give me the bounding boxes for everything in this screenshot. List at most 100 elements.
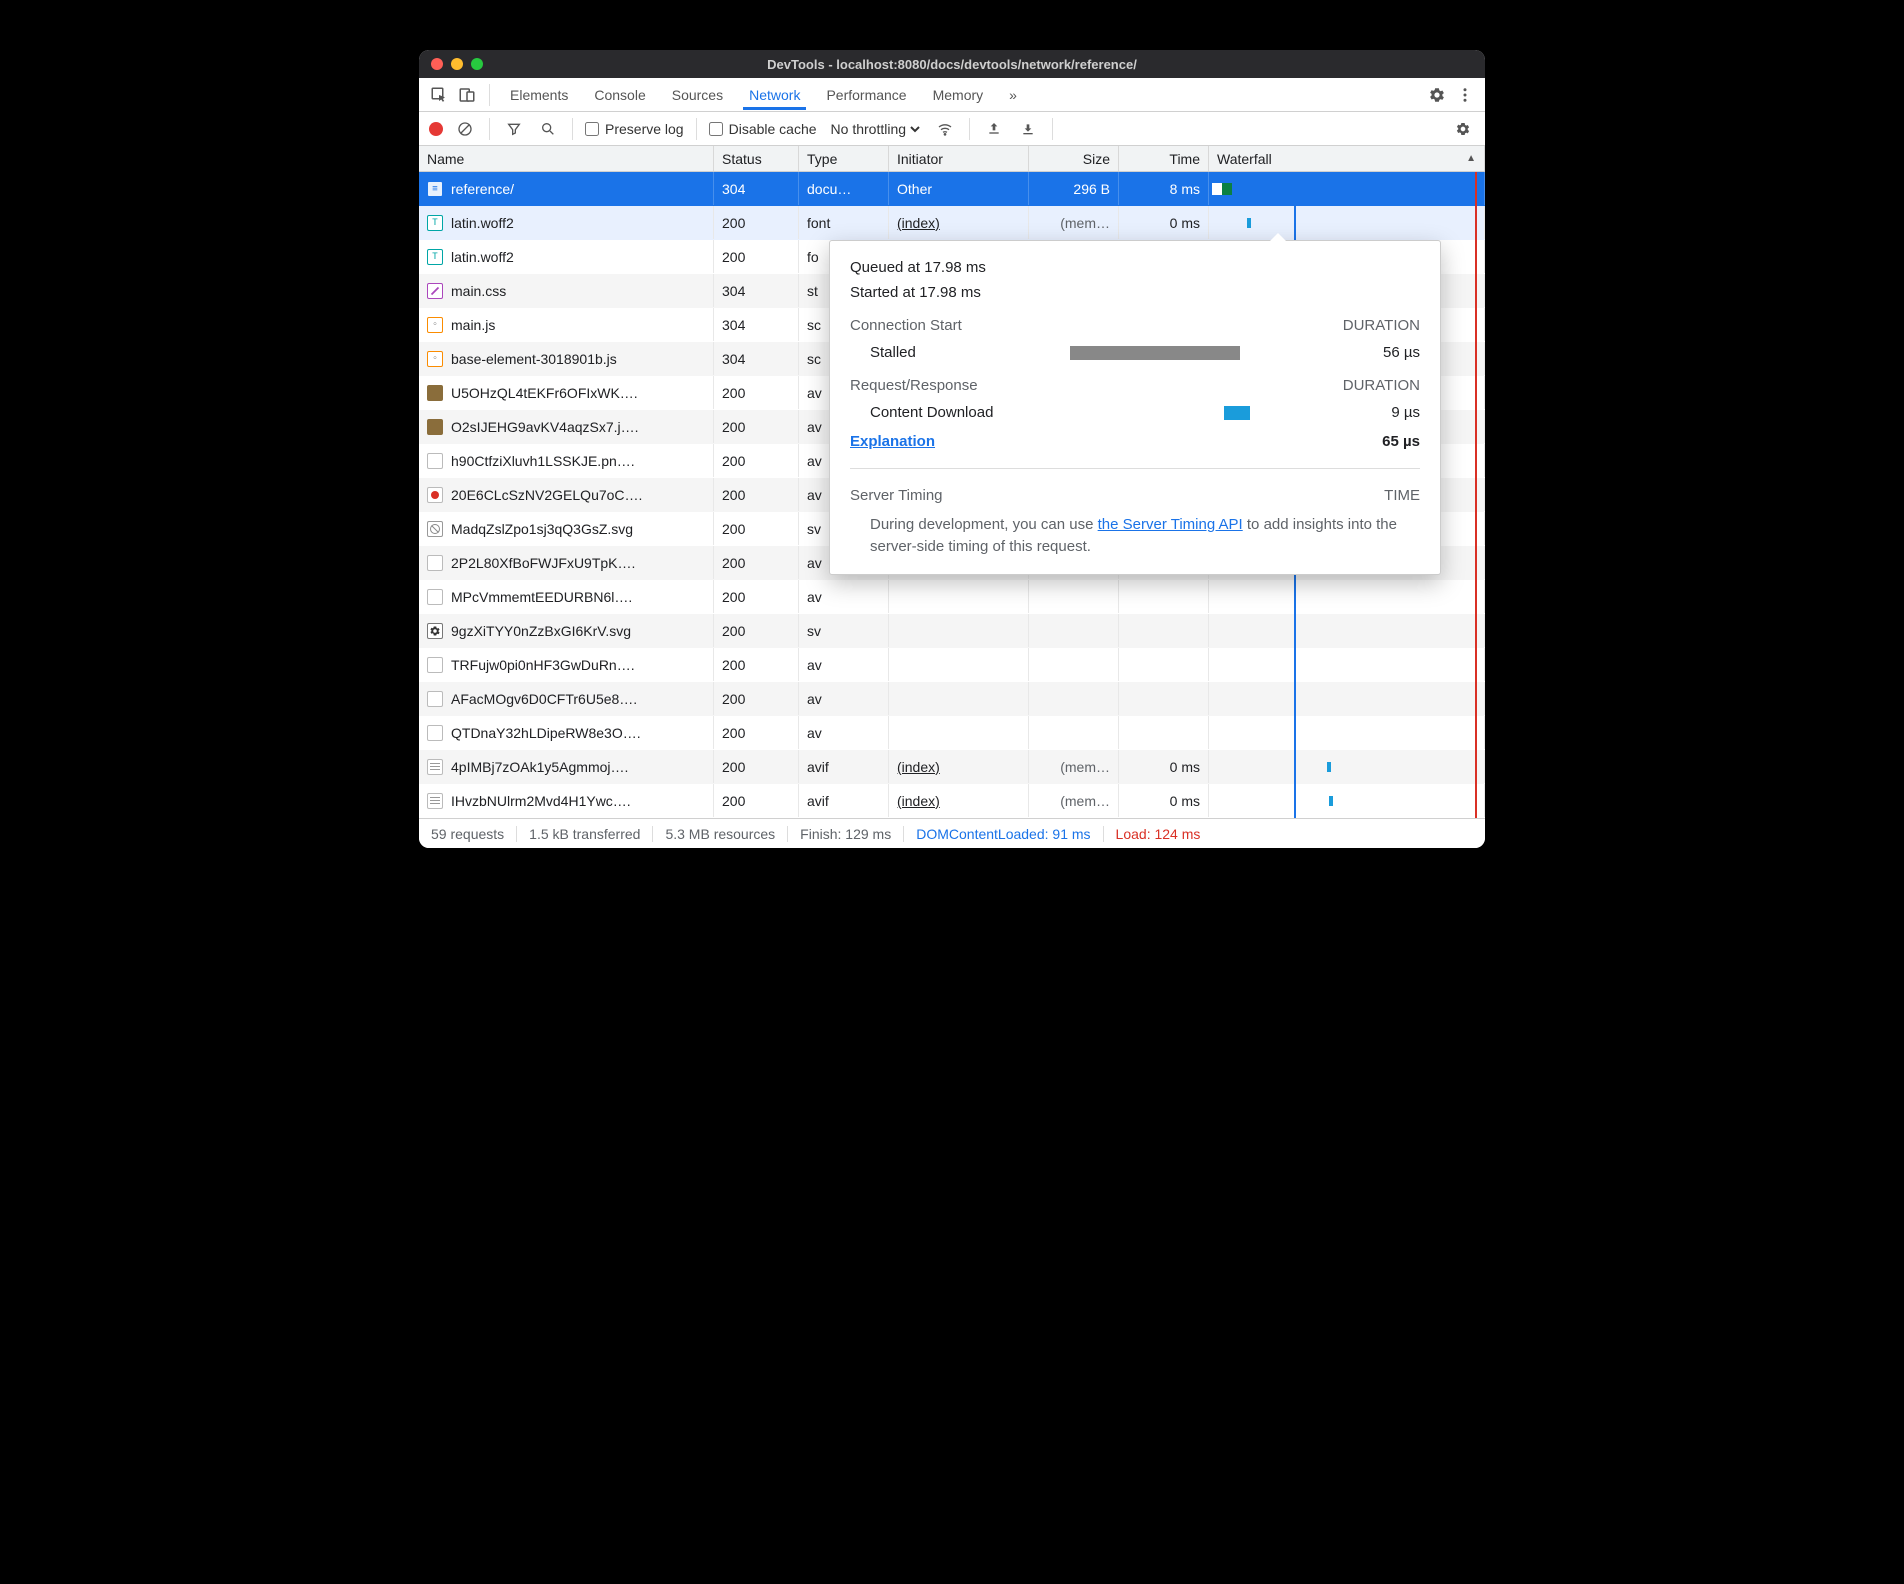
request-waterfall	[1209, 614, 1485, 647]
tab-sources[interactable]: Sources	[666, 80, 729, 110]
request-type: docu…	[799, 172, 889, 205]
col-name[interactable]: Name	[419, 146, 714, 171]
request-type: sv	[799, 614, 889, 647]
request-row[interactable]: 4pIMBj7zOAk1y5Agmmoj….200avif(index)(mem…	[419, 750, 1485, 784]
tab-memory[interactable]: Memory	[927, 80, 990, 110]
minimize-traffic-light[interactable]	[451, 58, 463, 70]
request-type: font	[799, 206, 889, 239]
request-size: (mem…	[1029, 784, 1119, 817]
network-conditions-icon[interactable]	[933, 117, 957, 141]
status-finish: Finish: 129 ms	[788, 826, 904, 842]
col-initiator[interactable]: Initiator	[889, 146, 1029, 171]
upload-har-icon[interactable]	[982, 117, 1006, 141]
request-name: MadqZslZpo1sj3qQ3GsZ.svg	[451, 521, 633, 537]
preserve-log-input[interactable]	[585, 122, 599, 136]
request-name: latin.woff2	[451, 215, 514, 231]
request-name: main.js	[451, 317, 495, 333]
request-status: 200	[714, 206, 799, 239]
stalled-bar	[1070, 346, 1240, 360]
tab-console[interactable]: Console	[588, 80, 651, 110]
zoom-traffic-light[interactable]	[471, 58, 483, 70]
throttling-select[interactable]: No throttling	[827, 120, 923, 138]
sort-asc-icon: ▲	[1466, 153, 1476, 164]
request-initiator[interactable]: (index)	[889, 750, 1029, 783]
connection-start-header: Connection Start	[850, 317, 962, 334]
request-row[interactable]: AFacMOgv6D0CFTr6U5e8….200av	[419, 682, 1485, 716]
filter-icon[interactable]	[502, 117, 526, 141]
request-time: 0 ms	[1119, 206, 1209, 239]
request-initiator[interactable]: Other	[889, 172, 1029, 205]
request-waterfall	[1209, 580, 1485, 613]
request-time	[1119, 648, 1209, 681]
request-size	[1029, 648, 1119, 681]
request-initiator[interactable]	[889, 580, 1029, 613]
close-traffic-light[interactable]	[431, 58, 443, 70]
request-row[interactable]: TRFujw0pi0nHF3GwDuRn…. 200av	[419, 648, 1485, 682]
request-name: 2P2L80XfBoFWJFxU9TpK….	[451, 555, 635, 571]
clear-icon[interactable]	[453, 117, 477, 141]
request-time	[1119, 614, 1209, 647]
preserve-log-label: Preserve log	[605, 121, 684, 137]
search-icon[interactable]	[536, 117, 560, 141]
status-requests: 59 requests	[431, 826, 517, 842]
request-name: reference/	[451, 181, 514, 197]
device-toggle-icon[interactable]	[453, 81, 481, 109]
tab-network[interactable]: Network	[743, 80, 806, 110]
request-status: 200	[714, 376, 799, 409]
request-row[interactable]: MPcVmmemtEEDURBN6l…. 200av	[419, 580, 1485, 614]
explanation-link[interactable]: Explanation	[850, 433, 935, 450]
status-dcl: DOMContentLoaded: 91 ms	[904, 826, 1103, 842]
request-type: av	[799, 580, 889, 613]
request-name: h90CtfziXluvh1LSSKJE.pn….	[451, 453, 635, 469]
request-row[interactable]: ≡reference/304docu…Other296 B8 ms	[419, 172, 1485, 206]
request-time	[1119, 580, 1209, 613]
request-name: MPcVmmemtEEDURBN6l….	[451, 589, 632, 605]
col-waterfall[interactable]: Waterfall ▲	[1209, 146, 1485, 171]
request-status: 200	[714, 580, 799, 613]
network-settings-gear-icon[interactable]	[1451, 117, 1475, 141]
col-size[interactable]: Size	[1029, 146, 1119, 171]
request-waterfall	[1209, 648, 1485, 681]
disable-cache-checkbox[interactable]: Disable cache	[709, 121, 817, 137]
request-initiator[interactable]: (index)	[889, 784, 1029, 817]
col-time[interactable]: Time	[1119, 146, 1209, 171]
request-status: 200	[714, 648, 799, 681]
request-size: 296 B	[1029, 172, 1119, 205]
request-size	[1029, 716, 1119, 749]
request-size	[1029, 682, 1119, 715]
request-initiator[interactable]: (index)	[889, 206, 1029, 239]
request-initiator[interactable]	[889, 648, 1029, 681]
request-time: 0 ms	[1119, 784, 1209, 817]
request-initiator[interactable]	[889, 716, 1029, 749]
col-status[interactable]: Status	[714, 146, 799, 171]
tab-overflow[interactable]: »	[1003, 80, 1023, 110]
network-toolbar: Preserve log Disable cache No throttling	[419, 112, 1485, 146]
settings-gear-icon[interactable]	[1423, 81, 1451, 109]
record-button[interactable]	[429, 122, 443, 136]
request-name: O2sIJEHG9avKV4aqzSx7.j….	[451, 419, 639, 435]
request-initiator[interactable]	[889, 614, 1029, 647]
request-row[interactable]: IHvzbNUlrm2Mvd4H1Ywc….200avif(index)(mem…	[419, 784, 1485, 818]
download-har-icon[interactable]	[1016, 117, 1040, 141]
stalled-label: Stalled	[850, 344, 1070, 361]
request-name: main.css	[451, 283, 506, 299]
duration-label: DURATION	[1343, 317, 1420, 334]
request-type: av	[799, 648, 889, 681]
col-type[interactable]: Type	[799, 146, 889, 171]
disable-cache-input[interactable]	[709, 122, 723, 136]
tab-performance[interactable]: Performance	[820, 80, 912, 110]
more-vert-icon[interactable]	[1451, 81, 1479, 109]
request-row[interactable]: 9gzXiTYY0nZzBxGI6KrV.svg200sv	[419, 614, 1485, 648]
preserve-log-checkbox[interactable]: Preserve log	[585, 121, 684, 137]
server-timing-api-link[interactable]: the Server Timing API	[1098, 516, 1243, 533]
request-name: QTDnaY32hLDipeRW8e3O….	[451, 725, 641, 741]
request-status: 200	[714, 478, 799, 511]
request-status: 200	[714, 444, 799, 477]
window-title: DevTools - localhost:8080/docs/devtools/…	[419, 57, 1485, 72]
request-name: TRFujw0pi0nHF3GwDuRn….	[451, 657, 635, 673]
request-initiator[interactable]	[889, 682, 1029, 715]
tab-elements[interactable]: Elements	[504, 80, 574, 110]
request-row[interactable]: Tlatin.woff2200font(index)(mem…0 ms	[419, 206, 1485, 240]
request-row[interactable]: QTDnaY32hLDipeRW8e3O….200av	[419, 716, 1485, 750]
inspect-element-icon[interactable]	[425, 81, 453, 109]
